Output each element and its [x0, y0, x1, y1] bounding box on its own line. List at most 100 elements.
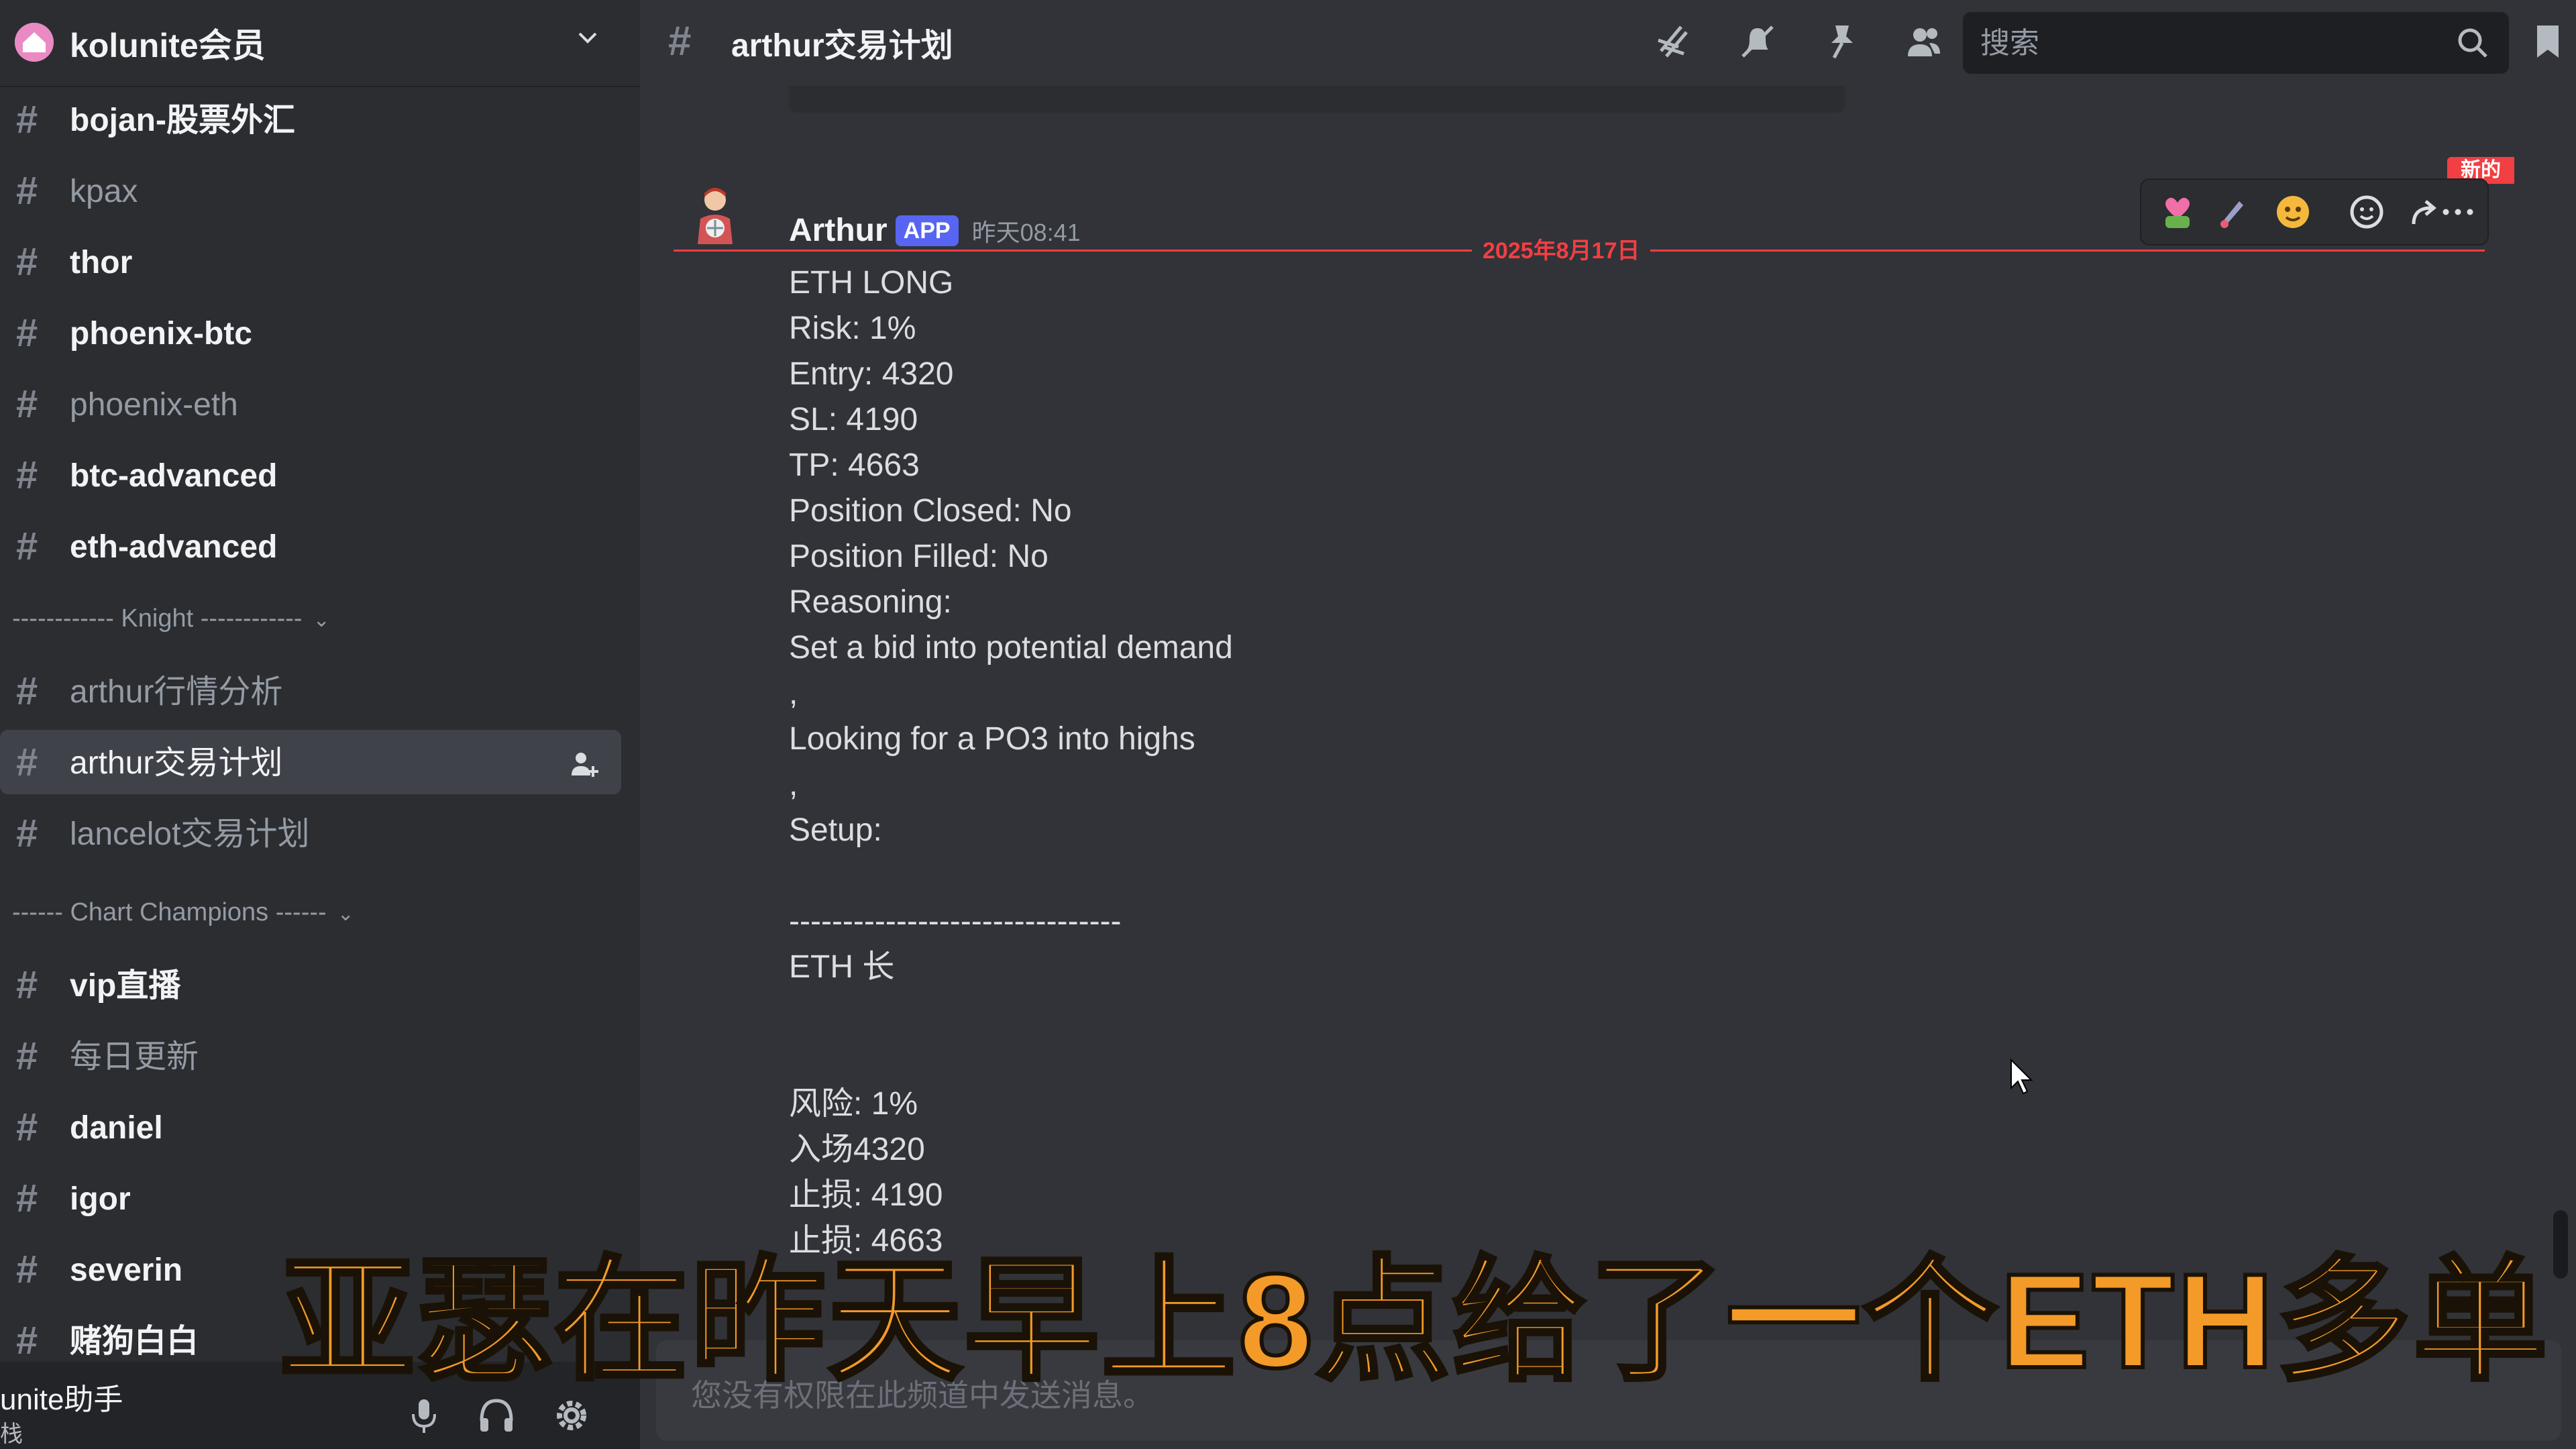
hashtag-icon: #: [16, 382, 38, 426]
bookmark-icon[interactable]: [2526, 20, 2569, 63]
mouse-cursor-icon: [2008, 1057, 2035, 1097]
message-line: ,: [789, 676, 798, 711]
sidebar-channel[interactable]: # arthur交易计划: [0, 730, 621, 794]
sidebar-channel[interactable]: # igor: [0, 1166, 621, 1230]
add-reaction-icon[interactable]: [2347, 192, 2387, 232]
channel-category[interactable]: ------------ Knight ------------ ⌄: [12, 598, 330, 639]
message-line: Looking for a PO3 into highs: [789, 721, 1195, 757]
message-line: ,: [789, 767, 798, 802]
username[interactable]: unite助手: [0, 1375, 123, 1418]
channel-label: phoenix-eth: [70, 387, 238, 423]
headphones-icon[interactable]: [475, 1394, 518, 1437]
channel-label: eth-advanced: [70, 529, 278, 565]
chevron-down-icon: ⌄: [313, 609, 330, 631]
avatar[interactable]: [680, 180, 750, 250]
message-line: ETH LONG: [789, 265, 954, 301]
hashtag-icon: #: [16, 1319, 38, 1362]
reaction-rocket-icon[interactable]: [2212, 192, 2253, 232]
message-line: -------------------------------: [789, 904, 1122, 939]
category-label: ------------ Knight ------------: [12, 604, 303, 633]
message-actions-toolbar: [2140, 178, 2489, 246]
message-line: [789, 990, 1233, 1036]
sidebar-channel[interactable]: # daniel: [0, 1095, 621, 1159]
message-line: ETH 长: [789, 949, 895, 985]
pin-icon[interactable]: [1821, 20, 1864, 63]
search-bar[interactable]: [1963, 12, 2509, 74]
mute-bell-icon[interactable]: [1736, 20, 1779, 63]
create-invite-icon[interactable]: [569, 749, 600, 780]
hashtag-icon: #: [16, 963, 38, 1007]
channel-header: # arthur交易计划: [640, 0, 2576, 86]
message-line: 入场4320: [789, 1132, 925, 1167]
hashtag-icon: #: [16, 669, 38, 713]
message-line: Reasoning:: [789, 584, 952, 620]
hashtag-icon: #: [16, 169, 38, 213]
channel-category[interactable]: ------ Chart Champions ------ ⌄: [12, 892, 354, 932]
message-timestamp: 昨天08:41: [971, 218, 1081, 246]
video-subtitle: 亚瑟在昨天早上8点给了一个ETH多单: [278, 1246, 2551, 1397]
sidebar-channel[interactable]: # btc-advanced: [0, 443, 621, 507]
message-line: Entry: 4320: [789, 356, 954, 392]
channel-label: 赌狗白白: [70, 1324, 199, 1359]
message-line: Position Closed: No: [789, 493, 1072, 529]
sidebar-channel[interactable]: # arthur行情分析: [0, 659, 621, 723]
message-line: TP: 4663: [789, 447, 920, 483]
chevron-down-icon[interactable]: [574, 24, 601, 51]
chevron-down-icon: ⌄: [337, 903, 354, 925]
channel-sidebar: kolunite会员 # bojan-股票外汇 # kpax # thor # phoenix…: [0, 0, 640, 1449]
channel-label: arthur交易计划: [70, 745, 283, 781]
sidebar-channel[interactable]: # phoenix-btc: [0, 301, 621, 365]
sidebar-channel[interactable]: # vip直播: [0, 953, 621, 1017]
settings-gear-icon[interactable]: [550, 1394, 593, 1437]
message-line: Set a bid into potential demand: [789, 630, 1233, 665]
channel-label: vip直播: [70, 968, 181, 1004]
message-content: ETH LONG Risk: 1% Entry: 4320 SL: 4190 TP: 4…: [789, 260, 1233, 1264]
sidebar-channel[interactable]: # 每日更新: [0, 1024, 621, 1088]
server-header[interactable]: kolunite会员: [0, 0, 640, 86]
user-status: 栈: [0, 1421, 23, 1447]
search-icon[interactable]: [2455, 25, 2490, 60]
microphone-icon[interactable]: [402, 1394, 445, 1437]
message-line: Position Filled: No: [789, 539, 1049, 574]
message-line: 止损: 4190: [789, 1177, 943, 1213]
message-list: 2025年8月17日 新的 Arthur APP 昨天08:41 ETH LON…: [640, 86, 2576, 1340]
more-options-icon[interactable]: [2438, 192, 2478, 232]
hashtag-icon: #: [16, 1034, 38, 1078]
server-icon: [15, 23, 54, 62]
sidebar-channel[interactable]: # lancelot交易计划: [0, 801, 621, 865]
channel-label: bojan-股票外汇: [70, 103, 295, 138]
sidebar-channel[interactable]: # bojan-股票外汇: [0, 87, 621, 152]
discord-window: kolunite会员 # bojan-股票外汇 # kpax # thor # phoenix…: [0, 0, 2576, 1449]
channel-label: 每日更新: [70, 1039, 199, 1075]
channel-label: daniel: [70, 1110, 163, 1146]
category-label: ------ Chart Champions ------: [12, 898, 327, 926]
hashtag-icon: #: [16, 1248, 38, 1291]
scrollbar-thumb[interactable]: [2553, 1210, 2568, 1279]
channel-label: kpax: [70, 174, 138, 209]
threads-icon[interactable]: [1652, 20, 1695, 63]
channel-label: severin: [70, 1252, 183, 1288]
hashtag-icon: #: [16, 98, 38, 142]
previous-embed: [789, 86, 1845, 113]
sidebar-channel[interactable]: # thor: [0, 229, 621, 294]
sidebar-channel[interactable]: # kpax: [0, 158, 621, 223]
channel-title: arthur交易计划: [731, 28, 953, 64]
server-name: kolunite会员: [70, 27, 266, 64]
reaction-emoji-icon[interactable]: [2273, 192, 2313, 232]
sidebar-channel[interactable]: # eth-advanced: [0, 514, 621, 578]
message-line: SL: 4190: [789, 402, 918, 437]
channel-label: lancelot交易计划: [70, 816, 310, 852]
message-line: [789, 1036, 1233, 1081]
divider-date: 2025年8月17日: [1472, 232, 1651, 265]
reaction-heart-icon[interactable]: [2157, 192, 2198, 232]
channel-label: btc-advanced: [70, 458, 278, 494]
channel-label: arthur行情分析: [70, 674, 283, 710]
author-name[interactable]: Arthur: [789, 213, 888, 248]
hashtag-icon: #: [16, 240, 38, 284]
hashtag-icon: #: [16, 1106, 38, 1149]
hashtag-icon: #: [16, 453, 38, 497]
search-input[interactable]: [1979, 20, 2438, 67]
members-icon[interactable]: [1902, 20, 1945, 63]
channel-label: phoenix-btc: [70, 316, 252, 352]
sidebar-channel[interactable]: # phoenix-eth: [0, 372, 621, 436]
